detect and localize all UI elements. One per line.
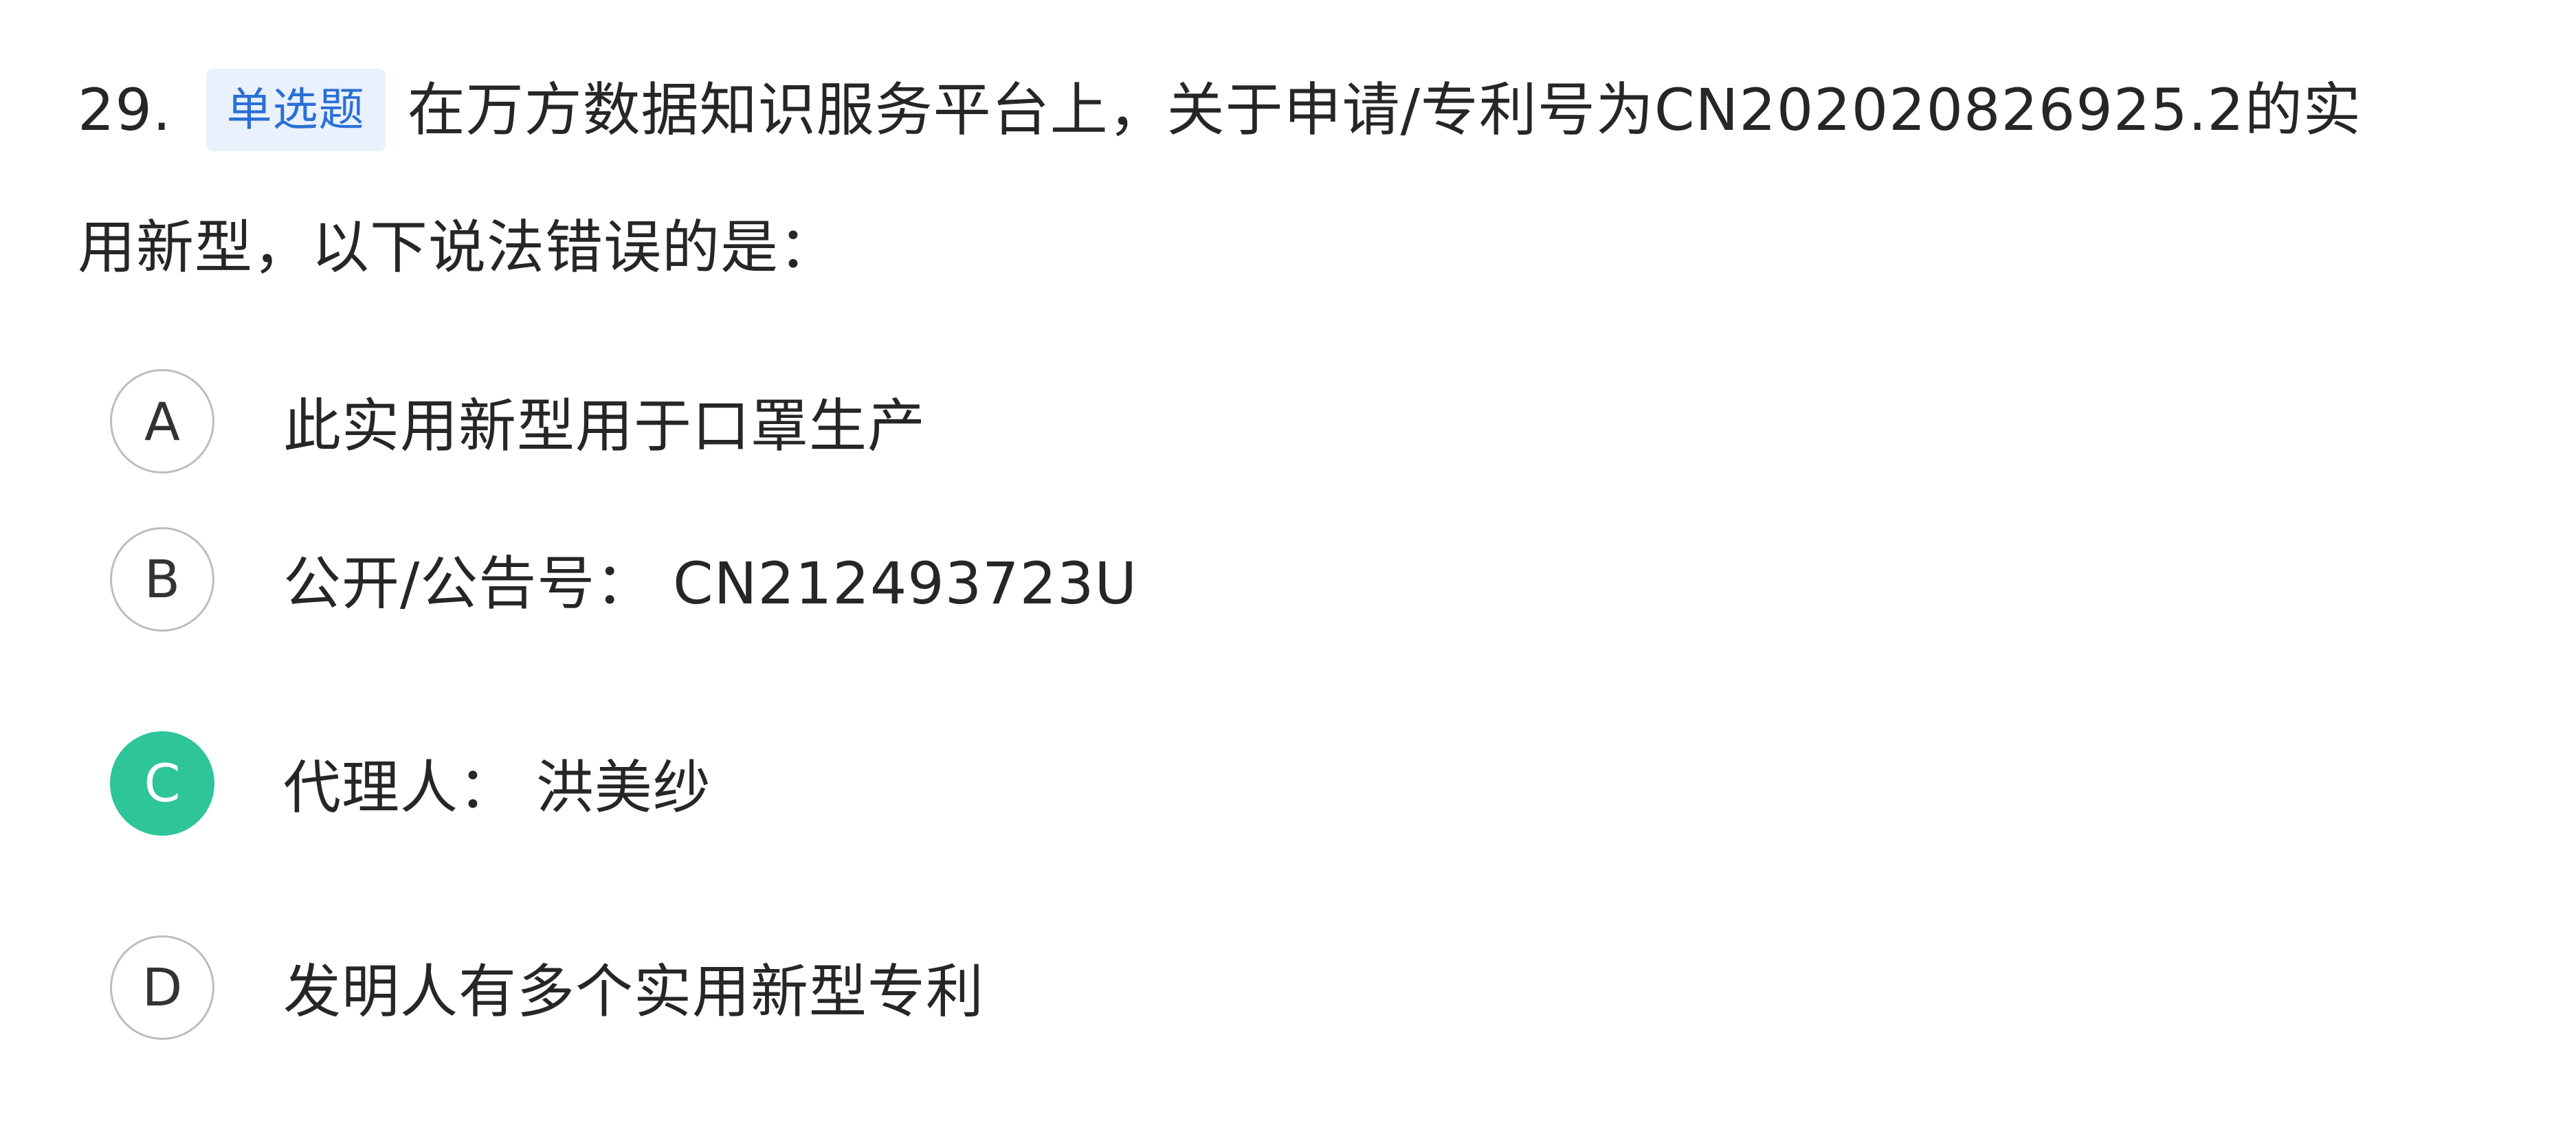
option-a-radio[interactable]: A [110, 369, 214, 474]
options-list: A 此实用新型用于口罩生产 B 公开/公告号： CN212493723U C 代… [110, 366, 1137, 1089]
question-type-badge: 单选题 [206, 69, 386, 151]
option-d-label[interactable]: 发明人有多个实用新型专利 [283, 946, 984, 1029]
option-a[interactable]: A 此实用新型用于口罩生产 [110, 366, 1137, 477]
option-a-label[interactable]: 此实用新型用于口罩生产 [283, 380, 926, 463]
question-line-1: 29. 单选题 在万方数据知识服务平台上，关于申请/专利号为CN20202082… [78, 41, 2428, 179]
question-line-2: 用新型，以下说法错误的是： [78, 179, 2428, 316]
question-number: 29. [78, 76, 172, 144]
question-text-line-2: 用新型，以下说法错误的是： [78, 214, 838, 281]
question-stem: 29. 单选题 在万方数据知识服务平台上，关于申请/专利号为CN20202082… [78, 41, 2428, 316]
option-c[interactable]: C 代理人： 洪美纱 [110, 681, 1137, 885]
option-b-label[interactable]: 公开/公告号： CN212493723U [283, 537, 1137, 621]
option-b-radio[interactable]: B [110, 526, 214, 632]
option-b[interactable]: B 公开/公告号： CN212493723U [110, 477, 1137, 681]
option-d-radio[interactable]: D [110, 935, 214, 1040]
question-text-line-1: 在万方数据知识服务平台上，关于申请/专利号为CN202020826925.2的实 [407, 76, 2362, 144]
option-c-radio-selected[interactable]: C [110, 731, 214, 836]
option-d[interactable]: D 发明人有多个实用新型专利 [110, 885, 1137, 1089]
option-c-label[interactable]: 代理人： 洪美纱 [283, 742, 711, 825]
